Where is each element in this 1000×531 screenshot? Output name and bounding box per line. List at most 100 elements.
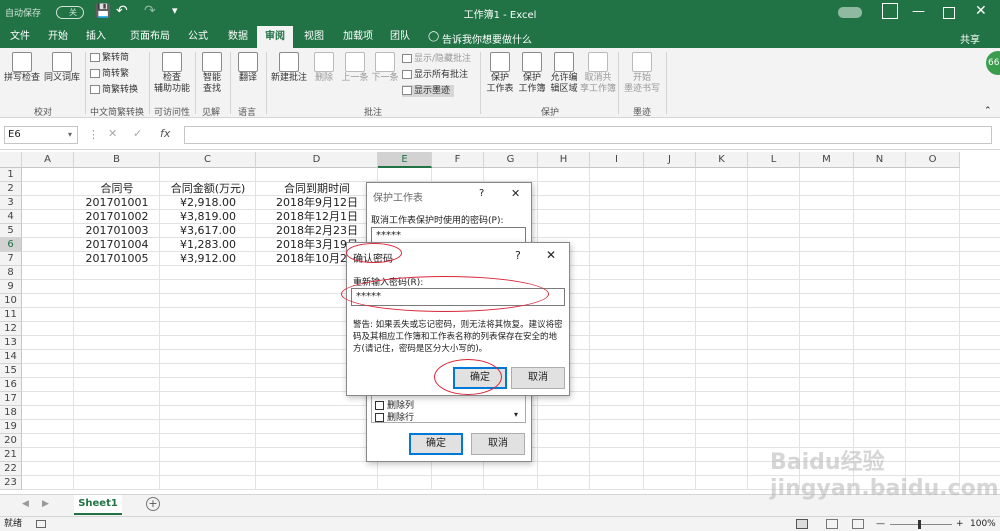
row-header-7[interactable]: 7 (0, 252, 22, 266)
thesaurus-button[interactable]: 同义词库 (42, 50, 82, 84)
tab-team[interactable]: 团队 (384, 26, 416, 48)
show-ink-button[interactable]: 显示墨迹 (402, 85, 455, 97)
row-header-23[interactable]: 23 (0, 476, 22, 490)
name-box[interactable]: E6 (4, 126, 78, 144)
row-header-12[interactable]: 12 (0, 322, 22, 336)
maximize-icon[interactable] (943, 7, 955, 19)
row-header-17[interactable]: 17 (0, 392, 22, 406)
row-header-11[interactable]: 11 (0, 308, 22, 322)
column-header-N[interactable]: N (854, 152, 906, 168)
ribbon-display-icon[interactable] (882, 3, 898, 19)
macro-record-icon[interactable] (36, 520, 46, 528)
data-cell[interactable]: 201701002 (74, 210, 160, 224)
close-icon[interactable]: ✕ (511, 187, 520, 200)
zoom-out-icon[interactable]: — (876, 517, 885, 531)
translate-button[interactable]: 翻译 (233, 50, 263, 84)
row-header-22[interactable]: 22 (0, 462, 22, 476)
insert-function-icon[interactable]: fx (160, 127, 170, 140)
protect-workbook-button[interactable]: 保护 工作簿 (516, 50, 548, 95)
new-comment-button[interactable]: 新建批注 (268, 50, 310, 84)
row-header-20[interactable]: 20 (0, 434, 22, 448)
delete-comment-button[interactable]: 删除 (310, 50, 338, 84)
column-header-B[interactable]: B (74, 152, 160, 168)
protect-sheet-button[interactable]: 保护 工作表 (484, 50, 516, 95)
tab-file[interactable]: 文件 (4, 26, 36, 48)
permission-list[interactable]: 删除列 删除行 ▾ (371, 395, 526, 423)
row-header-5[interactable]: 5 (0, 224, 22, 238)
column-header-E[interactable]: E (378, 152, 432, 168)
show-all-comments-button[interactable]: 显示所有批注 (402, 69, 468, 81)
tell-me-search[interactable]: 告诉我你想要做什么 (442, 31, 532, 46)
row-header-9[interactable]: 9 (0, 280, 22, 294)
data-cell[interactable]: 201701005 (74, 252, 160, 266)
row-header-2[interactable]: 2 (0, 182, 22, 196)
tab-insert[interactable]: 插入 (80, 26, 112, 48)
row-header-14[interactable]: 14 (0, 350, 22, 364)
allow-edit-ranges-button[interactable]: 允许编 辑区域 (548, 50, 580, 95)
tab-view[interactable]: 视图 (298, 26, 330, 48)
data-cell[interactable]: ¥3,819.00 (160, 210, 256, 224)
check-accessibility-button[interactable]: 检查 辅助功能 (152, 50, 192, 95)
select-all-corner[interactable] (0, 152, 22, 168)
account-avatar[interactable] (838, 7, 862, 18)
column-header-F[interactable]: F (432, 152, 484, 168)
zoom-thumb[interactable] (918, 520, 921, 529)
data-cell[interactable]: 201701001 (74, 196, 160, 210)
help-icon[interactable]: ? (515, 249, 521, 262)
row-header-6[interactable]: 6 (0, 238, 22, 252)
column-header-C[interactable]: C (160, 152, 256, 168)
row-header-3[interactable]: 3 (0, 196, 22, 210)
column-header-M[interactable]: M (800, 152, 854, 168)
scroll-down-icon[interactable]: ▾ (514, 410, 518, 419)
checkbox[interactable] (375, 413, 384, 422)
show-hide-comment-button[interactable]: 显示/隐藏批注 (402, 53, 471, 65)
tab-addins[interactable]: 加载项 (338, 26, 378, 48)
data-cell[interactable]: ¥1,283.00 (160, 238, 256, 252)
row-header-13[interactable]: 13 (0, 336, 22, 350)
zoom-level[interactable]: 100% (970, 517, 996, 531)
column-header-I[interactable]: I (590, 152, 644, 168)
spelling-button[interactable]: 拼写检查 (3, 50, 41, 84)
header-due-date[interactable]: 合同到期时间 (256, 182, 378, 196)
formula-input[interactable] (184, 126, 992, 144)
collapse-ribbon-icon[interactable]: ⌃ (984, 106, 992, 116)
checkbox[interactable] (375, 401, 384, 410)
start-inking-button[interactable]: 开始 墨迹书写 (622, 50, 662, 95)
row-header-15[interactable]: 15 (0, 364, 22, 378)
column-header-K[interactable]: K (696, 152, 748, 168)
column-header-H[interactable]: H (538, 152, 590, 168)
page-break-view-icon[interactable] (852, 519, 864, 529)
minimize-icon[interactable]: — (912, 4, 925, 19)
row-header-4[interactable]: 4 (0, 210, 22, 224)
sheet-tab-sheet1[interactable]: Sheet1 (74, 495, 122, 515)
row-header-21[interactable]: 21 (0, 448, 22, 462)
data-cell[interactable]: 2018年2月23日 (256, 224, 378, 238)
trad-to-simp-button[interactable]: 繁转简 (90, 52, 129, 64)
help-icon[interactable]: ? (479, 188, 484, 199)
close-icon[interactable]: ✕ (546, 248, 556, 262)
row-header-19[interactable]: 19 (0, 420, 22, 434)
previous-comment-button[interactable]: 上一条 (340, 50, 370, 84)
column-header-G[interactable]: G (484, 152, 538, 168)
add-sheet-button[interactable]: + (146, 497, 160, 511)
data-cell[interactable]: 201701004 (74, 238, 160, 252)
column-header-L[interactable]: L (748, 152, 800, 168)
row-header-18[interactable]: 18 (0, 406, 22, 420)
protect-ok-button[interactable]: 确定 (409, 433, 463, 455)
data-cell[interactable]: 201701003 (74, 224, 160, 238)
tab-review[interactable]: 审阅 (257, 26, 293, 48)
column-header-D[interactable]: D (256, 152, 378, 168)
next-comment-button[interactable]: 下一条 (370, 50, 400, 84)
normal-view-icon[interactable] (796, 519, 808, 529)
page-layout-view-icon[interactable] (826, 519, 838, 529)
close-icon[interactable]: ✕ (975, 3, 987, 19)
simp-to-trad-button[interactable]: 简转繁 (90, 68, 129, 80)
data-cell[interactable]: ¥2,918.00 (160, 196, 256, 210)
share-button[interactable]: 共享 (960, 31, 980, 46)
name-box-dropdown-icon[interactable]: ▾ (68, 130, 72, 139)
column-header-A[interactable]: A (22, 152, 74, 168)
confirm-entry-icon[interactable]: ✓ (133, 127, 142, 140)
confirm-cancel-button[interactable]: 取消 (511, 367, 565, 389)
data-cell[interactable]: 2018年12月1日 (256, 210, 378, 224)
header-contract-amount[interactable]: 合同金额(万元) (160, 182, 256, 196)
